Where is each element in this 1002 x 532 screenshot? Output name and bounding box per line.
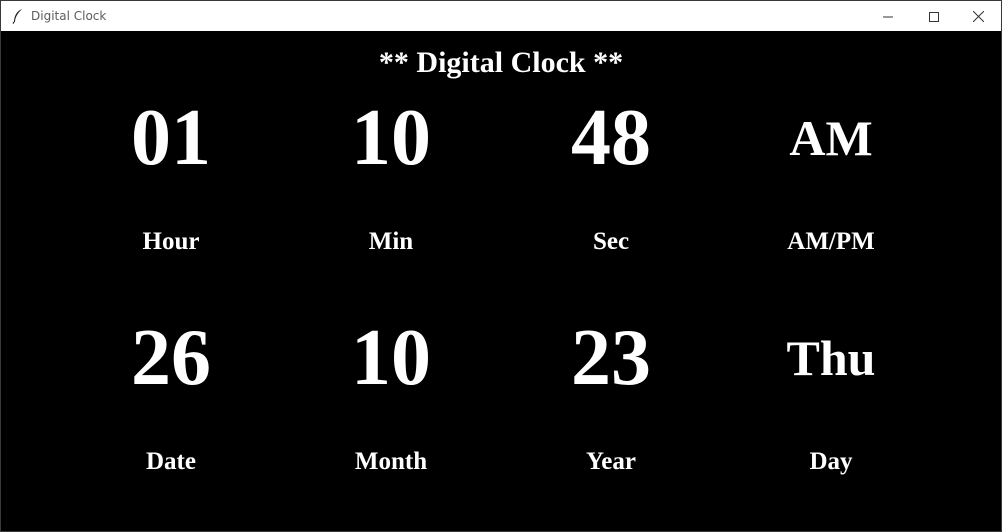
app-window: Digital Clock ** Digital Clock ** 01 10 … bbox=[0, 0, 1002, 532]
hour-label: Hour bbox=[142, 228, 200, 255]
maximize-icon bbox=[929, 7, 939, 26]
close-icon bbox=[972, 7, 984, 26]
year-value: 23 bbox=[571, 314, 651, 402]
maximize-button[interactable] bbox=[911, 1, 957, 31]
month-value: 10 bbox=[351, 314, 431, 402]
ampm-value: AM bbox=[789, 110, 873, 166]
feather-icon bbox=[11, 8, 25, 24]
day-label: Day bbox=[809, 448, 853, 475]
weekday-value: Thu bbox=[786, 330, 876, 386]
second-label: Sec bbox=[592, 228, 630, 255]
minimize-icon bbox=[883, 7, 893, 26]
minute-label: Min bbox=[368, 228, 414, 255]
second-value: 48 bbox=[571, 94, 651, 182]
year-label: Year bbox=[586, 448, 636, 475]
close-button[interactable] bbox=[955, 1, 1001, 31]
date-value: 26 bbox=[131, 314, 211, 402]
title-bar[interactable]: Digital Clock bbox=[1, 1, 1001, 31]
window-title: Digital Clock bbox=[31, 9, 107, 23]
page-title: ** Digital Clock ** bbox=[378, 46, 624, 79]
minimize-button[interactable] bbox=[865, 1, 911, 31]
hour-value: 01 bbox=[131, 94, 211, 182]
month-label: Month bbox=[354, 448, 428, 475]
minute-value: 10 bbox=[351, 94, 431, 182]
ampm-label: AM/PM bbox=[787, 228, 875, 255]
clock-panel: ** Digital Clock ** 01 10 48 AM Hour Min… bbox=[1, 31, 1001, 531]
date-label: Date bbox=[146, 448, 196, 475]
